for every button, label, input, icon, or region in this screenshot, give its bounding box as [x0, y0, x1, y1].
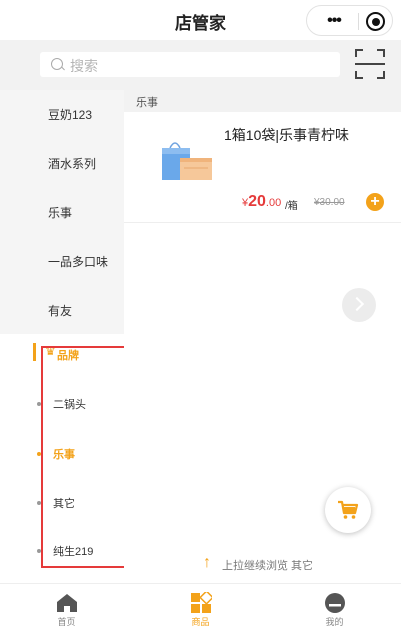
product-name: 1箱10袋|乐事青柠味	[224, 127, 349, 143]
tab-products[interactable]: 商品	[134, 584, 267, 633]
product-image	[162, 142, 212, 180]
search-placeholder: 搜索	[70, 58, 98, 74]
tab-label: 我的	[325, 617, 344, 627]
add-to-cart-button[interactable]: +	[366, 193, 384, 211]
active-indicator	[33, 343, 36, 361]
category-item[interactable]: 豆奶123	[0, 90, 124, 139]
category-item[interactable]: 一品多口味	[0, 237, 124, 286]
product-price: ¥20.00	[242, 193, 282, 210]
capsule-divider	[358, 13, 359, 30]
user-icon	[325, 593, 345, 613]
product-unit: /箱	[285, 201, 298, 212]
search-icon	[51, 58, 63, 70]
scan-icon[interactable]	[355, 49, 385, 79]
home-icon	[57, 594, 77, 612]
category-label: 乐事	[48, 206, 73, 220]
tab-home[interactable]: 首页	[0, 584, 133, 633]
app-root: 店管家 ••• 搜索 豆奶123 酒水系列 乐事 一品多口味 有友 ♛ 品牌 二…	[0, 0, 401, 633]
product-list: 乐事 1箱10袋|乐事青柠味 ¥20.00 /箱 ¥30.00 + ↑ 上拉继续…	[124, 90, 401, 583]
category-item[interactable]: 有友	[0, 286, 124, 335]
bottom-tab-bar: 首页 商品 我的	[0, 583, 401, 633]
search-input[interactable]: 搜索	[40, 52, 340, 77]
title-bar: 店管家 •••	[0, 0, 401, 40]
cart-button[interactable]	[325, 487, 371, 533]
product-old-price: ¥30.00	[314, 197, 345, 208]
cart-icon	[338, 500, 359, 519]
pull-up-hint: ↑ 上拉继续浏览 其它	[124, 553, 401, 573]
search-bar: 搜索	[0, 40, 401, 90]
more-icon[interactable]: •••	[320, 11, 348, 31]
category-label: 有友	[48, 304, 73, 318]
close-target-icon[interactable]	[366, 12, 385, 31]
arrow-up-icon: ↑	[203, 554, 211, 571]
grid-icon	[191, 592, 212, 613]
section-title: 乐事	[136, 97, 158, 109]
tab-mine[interactable]: 我的	[268, 584, 401, 633]
tab-label: 首页	[57, 617, 76, 627]
tab-label: 商品	[191, 617, 210, 627]
category-item[interactable]: 酒水系列	[0, 139, 124, 188]
miniprogram-capsule: •••	[306, 5, 393, 36]
category-label: 豆奶123	[48, 108, 93, 122]
highlight-frame	[41, 346, 127, 568]
chevron-right-icon[interactable]	[342, 288, 376, 322]
product-card[interactable]: 1箱10袋|乐事青柠味 ¥20.00 /箱 ¥30.00 +	[124, 112, 401, 223]
pull-up-text: 上拉继续浏览 其它	[222, 560, 314, 572]
category-item[interactable]: 乐事	[0, 188, 124, 237]
section-header: 乐事	[124, 90, 401, 112]
category-label: 酒水系列	[48, 157, 97, 171]
category-label: 一品多口味	[48, 255, 109, 269]
